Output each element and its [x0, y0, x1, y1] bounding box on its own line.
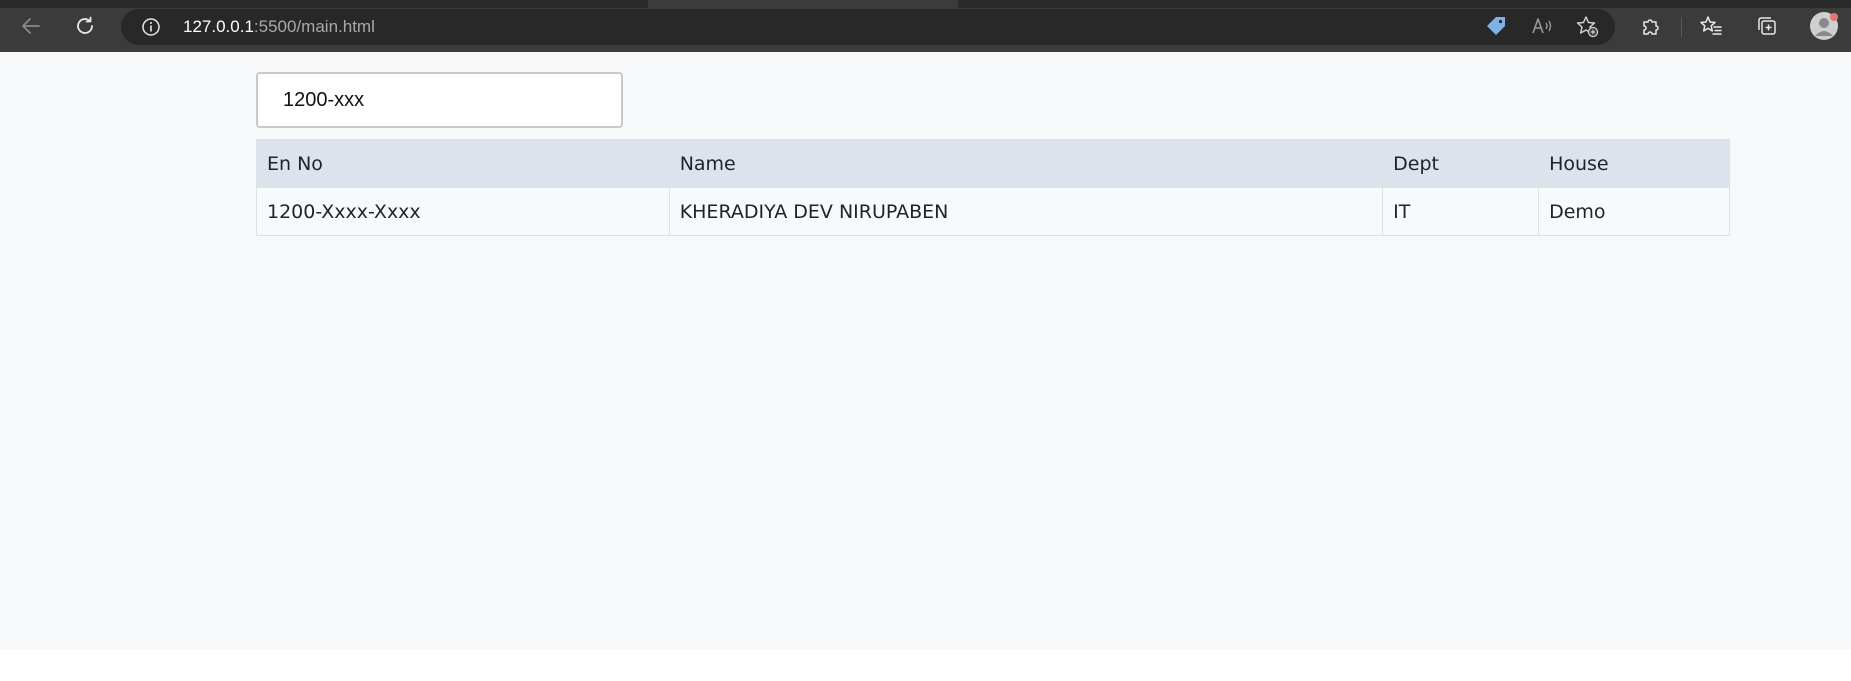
column-header-name: Name: [668, 139, 1384, 188]
results-table: En No Name Dept House 1200-Xxxx-Xxxx KHE…: [256, 139, 1730, 236]
tab-strip: [0, 0, 1851, 8]
table-row: 1200-Xxxx-Xxxx KHERADIYA DEV NIRUPABEN I…: [256, 187, 1730, 236]
cell-en-no: 1200-Xxxx-Xxxx: [256, 187, 670, 236]
coupon-button[interactable]: [1482, 12, 1510, 40]
profile-button[interactable]: [1809, 11, 1839, 41]
extensions-button[interactable]: [1637, 12, 1665, 40]
table-header-row: En No Name Dept House: [256, 139, 1730, 188]
page-bottom-area: [0, 649, 1851, 681]
cell-dept: IT: [1382, 187, 1540, 236]
active-tab[interactable]: [648, 0, 958, 8]
back-arrow-icon: [22, 18, 40, 34]
add-favorite-icon: [1576, 16, 1599, 38]
favorites-icon: [1700, 16, 1722, 35]
reload-icon: [77, 16, 93, 34]
column-header-dept: Dept: [1382, 139, 1540, 188]
browser-toolbar: 127.0.0.1:5500/main.html: [0, 0, 1851, 52]
reload-button[interactable]: [71, 12, 99, 40]
address-bar[interactable]: 127.0.0.1:5500/main.html: [121, 9, 1615, 45]
collections-button[interactable]: [1753, 12, 1781, 40]
add-favorite-button[interactable]: [1573, 12, 1601, 40]
url-host: 127.0.0.1: [183, 17, 254, 36]
url-path: :5500/main.html: [253, 17, 375, 36]
url-text[interactable]: 127.0.0.1:5500/main.html: [183, 9, 375, 45]
page-content: En No Name Dept House 1200-Xxxx-Xxxx KHE…: [0, 52, 1851, 649]
column-header-en-no: En No: [256, 139, 670, 188]
profile-avatar-icon: [1810, 12, 1838, 40]
cell-name: KHERADIYA DEV NIRUPABEN: [668, 187, 1384, 236]
back-button[interactable]: [17, 12, 45, 40]
column-header-house: House: [1538, 139, 1730, 188]
cell-house: Demo: [1538, 187, 1730, 236]
search-input[interactable]: [256, 72, 623, 128]
info-icon[interactable]: [141, 17, 161, 37]
read-aloud-icon: [1532, 18, 1552, 34]
toolbar-divider: [1681, 17, 1682, 37]
price-tag-icon: [1487, 17, 1505, 35]
collections-icon: [1758, 17, 1776, 35]
read-aloud-button[interactable]: [1528, 12, 1556, 40]
favorites-button[interactable]: [1697, 12, 1725, 40]
puzzle-icon: [1643, 19, 1659, 35]
